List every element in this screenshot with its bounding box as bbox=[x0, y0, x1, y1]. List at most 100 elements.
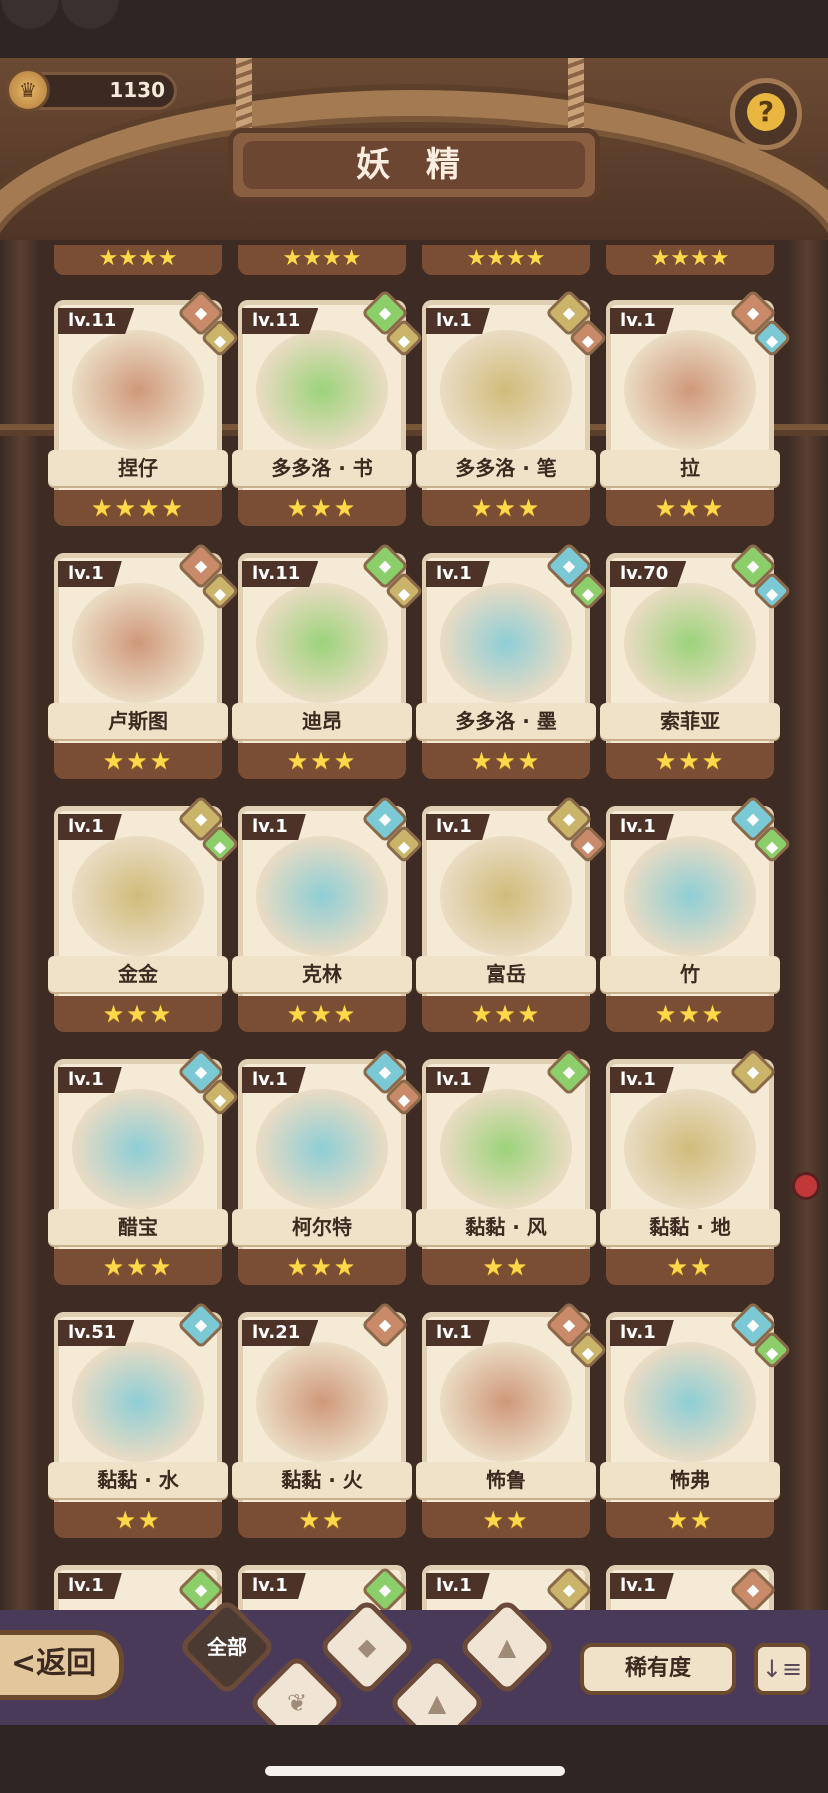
fairy-name: 竹 bbox=[600, 956, 780, 992]
level-badge: lv.11 bbox=[58, 308, 135, 334]
fairy-card[interactable]: lv.70 ◆ ◆ 索菲亚 ★★★ bbox=[600, 541, 792, 783]
fairy-name: 怖弗 bbox=[600, 1462, 780, 1498]
sort-rarity-button[interactable]: 稀有度 bbox=[580, 1643, 736, 1695]
fairy-portrait bbox=[72, 330, 204, 450]
fairy-portrait bbox=[256, 1089, 388, 1209]
fairy-portrait bbox=[624, 330, 756, 450]
sort-order-button[interactable]: ↓≡ bbox=[754, 1643, 810, 1695]
level-badge: lv.1 bbox=[610, 814, 674, 840]
top-status-area bbox=[0, 0, 828, 60]
fairy-card[interactable]: lv.1 ◆ 黏黏 · 地 ★★ bbox=[600, 1047, 780, 1289]
fairy-name: 捏仔 bbox=[48, 450, 228, 486]
fairy-portrait bbox=[624, 583, 756, 703]
level-badge: lv.1 bbox=[426, 308, 490, 334]
fairy-card[interactable]: lv.1 ◆ ◆ 多多洛 · 笔 ★★★ bbox=[416, 288, 608, 530]
partial-card-stars: ★★★★ bbox=[54, 245, 222, 275]
fairy-card[interactable]: lv.1 ◆ ◆ 醋宝 ★★★ bbox=[48, 1047, 240, 1289]
fairy-portrait bbox=[440, 1089, 572, 1209]
level-badge: lv.1 bbox=[426, 1320, 490, 1346]
level-badge: lv.21 bbox=[242, 1320, 319, 1346]
star-rating: ★★★ bbox=[54, 743, 222, 779]
fairy-name: 黏黏 · 风 bbox=[416, 1209, 596, 1245]
level-badge: lv.1 bbox=[426, 561, 490, 587]
star-rating: ★★★ bbox=[238, 490, 406, 526]
star-rating: ★★★★ bbox=[54, 490, 222, 526]
left-frame bbox=[0, 240, 42, 1630]
level-badge: lv.1 bbox=[610, 308, 674, 334]
scrollbar-knob[interactable] bbox=[792, 1172, 820, 1200]
fairy-portrait bbox=[72, 1342, 204, 1462]
level-badge: lv.1 bbox=[610, 1573, 674, 1599]
help-button[interactable]: ? bbox=[730, 78, 802, 150]
back-arrow-icon: < bbox=[11, 1646, 37, 1681]
fairy-card[interactable]: lv.1 ◆ ◆ 克林 ★★★ bbox=[232, 794, 424, 1036]
fairy-card[interactable]: lv.1 ◆ ◆ 竹 ★★★ bbox=[600, 794, 792, 1036]
star-rating: ★★★ bbox=[422, 996, 590, 1032]
star-rating: ★★★ bbox=[606, 490, 774, 526]
fairy-portrait bbox=[440, 583, 572, 703]
fairy-card[interactable]: lv.1 ◆ ◆ 多多洛 · 墨 ★★★ bbox=[416, 541, 608, 783]
fairy-card[interactable]: lv.51 ◆ 黏黏 · 水 ★★ bbox=[48, 1300, 228, 1542]
fairy-card[interactable]: lv.1 ◆ ◆ 卢斯图 ★★★ bbox=[48, 541, 240, 783]
fairy-name: 卢斯图 bbox=[48, 703, 228, 739]
fairy-portrait bbox=[72, 836, 204, 956]
title-plate: 妖 精 bbox=[228, 128, 600, 202]
fairy-portrait bbox=[624, 1342, 756, 1462]
fairy-portrait bbox=[624, 1089, 756, 1209]
fairy-card[interactable]: lv.1 ◆ ◆ 金金 ★★★ bbox=[48, 794, 240, 1036]
level-badge: lv.11 bbox=[242, 308, 319, 334]
level-badge: lv.1 bbox=[58, 1067, 122, 1093]
fairy-portrait bbox=[256, 330, 388, 450]
fairy-name: 多多洛 · 书 bbox=[232, 450, 412, 486]
fairy-card[interactable]: lv.1 ◆ ◆ 怖鲁 ★★ bbox=[416, 1300, 608, 1542]
fairy-card[interactable]: lv.1 ◆ ◆ 怖弗 ★★ bbox=[600, 1300, 792, 1542]
star-rating: ★★★ bbox=[54, 1249, 222, 1285]
fairy-card[interactable]: lv.1 ◆ ◆ 富岳 ★★★ bbox=[416, 794, 608, 1036]
star-rating: ★★★ bbox=[606, 996, 774, 1032]
level-badge: lv.1 bbox=[58, 1573, 122, 1599]
fairy-portrait bbox=[72, 583, 204, 703]
level-badge: lv.1 bbox=[610, 1067, 674, 1093]
fairy-card[interactable]: lv.1 ◆ ◆ 柯尔特 ★★★ bbox=[232, 1047, 424, 1289]
fairy-name: 黏黏 · 火 bbox=[232, 1462, 412, 1498]
fairy-card[interactable]: lv.1 ◆ 黏黏 · 风 ★★ bbox=[416, 1047, 596, 1289]
fairy-portrait bbox=[72, 1089, 204, 1209]
right-frame bbox=[786, 240, 828, 1630]
fairy-name: 索菲亚 bbox=[600, 703, 780, 739]
fairy-name: 金金 bbox=[48, 956, 228, 992]
level-badge: lv.1 bbox=[242, 1067, 306, 1093]
fairy-portrait bbox=[256, 1342, 388, 1462]
volcano-icon: ▲ bbox=[497, 1633, 517, 1661]
level-badge: lv.51 bbox=[58, 1320, 135, 1346]
fairy-portrait bbox=[256, 583, 388, 703]
level-badge: lv.1 bbox=[610, 1320, 674, 1346]
fairy-card[interactable]: lv.11 ◆ ◆ 多多洛 · 书 ★★★ bbox=[232, 288, 424, 530]
filter-all-label: 全部 bbox=[207, 1635, 247, 1659]
back-label: 返回 bbox=[36, 1646, 97, 1681]
fairy-name: 黏黏 · 水 bbox=[48, 1462, 228, 1498]
partial-card-stars: ★★★★ bbox=[422, 245, 590, 275]
star-rating: ★★★ bbox=[54, 996, 222, 1032]
star-rating: ★★★ bbox=[422, 743, 590, 779]
star-rating: ★★★ bbox=[422, 490, 590, 526]
fairy-portrait bbox=[256, 836, 388, 956]
star-rating: ★★ bbox=[54, 1502, 222, 1538]
fairy-name: 拉 bbox=[600, 450, 780, 486]
fairy-card[interactable]: lv.11 ◆ ◆ 迪昂 ★★★ bbox=[232, 541, 424, 783]
fairy-card[interactable]: lv.21 ◆ 黏黏 · 火 ★★ bbox=[232, 1300, 412, 1542]
fairy-card[interactable]: lv.11 ◆ ◆ 捏仔 ★★★★ bbox=[48, 288, 240, 530]
fairy-name: 怖鲁 bbox=[416, 1462, 596, 1498]
fairy-name: 多多洛 · 墨 bbox=[416, 703, 596, 739]
question-icon: ? bbox=[747, 93, 785, 131]
level-badge: lv.1 bbox=[426, 1067, 490, 1093]
sprout-icon: ❦ bbox=[286, 1689, 308, 1717]
partial-card-stars: ★★★★ bbox=[606, 245, 774, 275]
fairy-card[interactable]: lv.1 ◆ ◆ 拉 ★★★ bbox=[600, 288, 792, 530]
level-badge: lv.1 bbox=[426, 1573, 490, 1599]
water-drop-icon: ◆ bbox=[357, 1633, 377, 1661]
fairy-name: 迪昂 bbox=[232, 703, 412, 739]
home-indicator[interactable] bbox=[265, 1766, 565, 1776]
star-rating: ★★ bbox=[422, 1249, 590, 1285]
star-rating: ★★ bbox=[606, 1502, 774, 1538]
back-button[interactable]: <返回 bbox=[0, 1630, 124, 1700]
